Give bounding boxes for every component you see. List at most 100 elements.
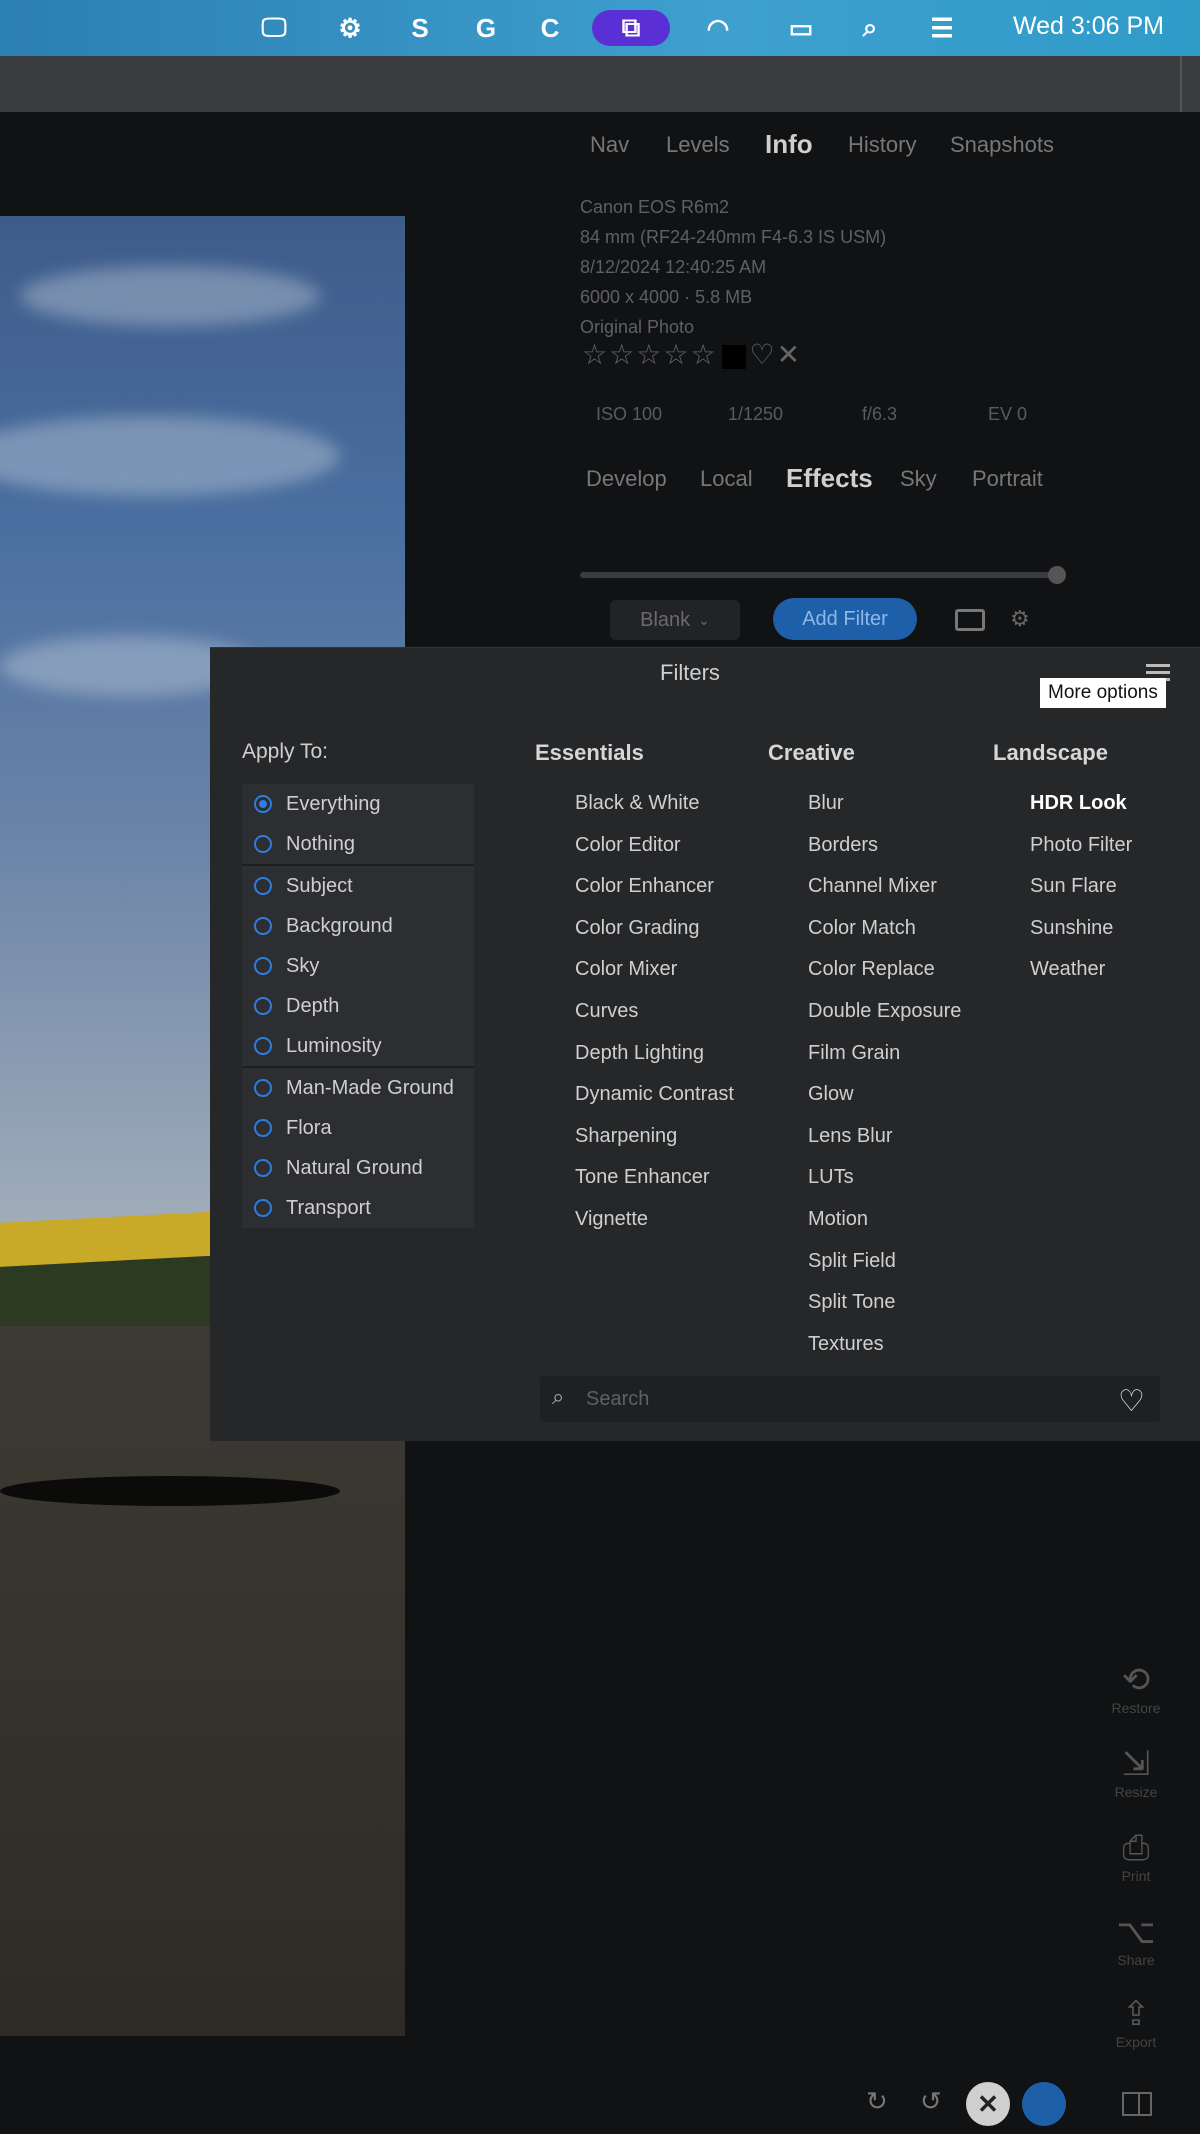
filter-glow[interactable]: Glow	[808, 1083, 961, 1125]
resize-tool[interactable]: ⇲ Resize	[1100, 1744, 1172, 1800]
undo-icon[interactable]: ↺	[920, 2086, 942, 2117]
cloud-agent-icon[interactable]: ⚙	[332, 10, 368, 46]
blank-dropdown[interactable]: Blank ⌄	[610, 600, 740, 640]
filter-depth-lighting[interactable]: Depth Lighting	[575, 1042, 734, 1084]
grammarly-icon[interactable]: G	[468, 10, 504, 46]
star-icon[interactable]: ☆	[609, 339, 636, 370]
star-icon[interactable]: ☆	[582, 339, 609, 370]
filter-double-exposure[interactable]: Double Exposure	[808, 1000, 961, 1042]
mask-icon[interactable]	[955, 609, 985, 631]
monitor-icon[interactable]: 🖵	[256, 10, 292, 46]
print-tool[interactable]: ⎙ Print	[1100, 1828, 1172, 1884]
tab-sky[interactable]: Sky	[900, 466, 937, 492]
filter-sunshine[interactable]: Sunshine	[1030, 917, 1132, 959]
tab-levels[interactable]: Levels	[666, 132, 730, 158]
filter-search-input[interactable]	[584, 1382, 1088, 1416]
tab-nav[interactable]: Nav	[590, 132, 629, 158]
apply-option-background[interactable]: Background	[242, 906, 474, 946]
tab-portrait[interactable]: Portrait	[972, 466, 1043, 492]
filter-black-white[interactable]: Black & White	[575, 792, 734, 834]
apply-option-sky[interactable]: Sky	[242, 946, 474, 986]
radio-button[interactable]	[254, 1037, 272, 1055]
radio-button[interactable]	[254, 1119, 272, 1137]
star-icon[interactable]: ☆	[690, 339, 717, 370]
wifi-icon[interactable]: ◠	[700, 10, 736, 46]
apply-option-man-made-ground[interactable]: Man-Made Ground	[242, 1068, 474, 1108]
filter-borders[interactable]: Borders	[808, 834, 961, 876]
filter-tone-enhancer[interactable]: Tone Enhancer	[575, 1166, 734, 1208]
star-icon[interactable]: ☆	[636, 339, 663, 370]
tab-snapshots[interactable]: Snapshots	[950, 132, 1054, 158]
filter-blur[interactable]: Blur	[808, 792, 961, 834]
favorites-heart-icon[interactable]: ♡	[1118, 1384, 1145, 1419]
apply-option-natural-ground[interactable]: Natural Ground	[242, 1148, 474, 1188]
filter-curves[interactable]: Curves	[575, 1000, 734, 1042]
screen-share-icon[interactable]: ⧉	[592, 10, 670, 46]
apply-button[interactable]	[1022, 2082, 1066, 2126]
filter-hdr-look[interactable]: HDR Look	[1030, 792, 1132, 834]
cancel-button[interactable]: ✕	[966, 2082, 1010, 2126]
filter-photo-filter[interactable]: Photo Filter	[1030, 834, 1132, 876]
apply-option-nothing[interactable]: Nothing	[242, 824, 474, 864]
filter-split-tone[interactable]: Split Tone	[808, 1291, 961, 1333]
redo-icon[interactable]: ↻	[866, 2086, 888, 2117]
filter-color-mixer[interactable]: Color Mixer	[575, 958, 734, 1000]
star-icon[interactable]: ☆	[663, 339, 690, 370]
apply-option-transport[interactable]: Transport	[242, 1188, 474, 1228]
filter-sharpening[interactable]: Sharpening	[575, 1125, 734, 1167]
search-icon[interactable]: ⌕	[852, 10, 888, 46]
share-tool[interactable]: ⌥ Share	[1100, 1912, 1172, 1968]
filter-color-editor[interactable]: Color Editor	[575, 834, 734, 876]
restore-tool[interactable]: ⟲ Restore	[1100, 1660, 1172, 1716]
menubar-clock[interactable]: Wed 3:06 PM	[1013, 12, 1164, 41]
slider-knob[interactable]	[1048, 566, 1066, 584]
tab-info[interactable]: Info	[765, 129, 813, 160]
filter-film-grain[interactable]: Film Grain	[808, 1042, 961, 1084]
control-center-icon[interactable]: ☰	[924, 10, 960, 46]
filter-weather[interactable]: Weather	[1030, 958, 1132, 1000]
battery-icon[interactable]: ▭	[774, 10, 828, 46]
filter-luts[interactable]: LUTs	[808, 1166, 961, 1208]
radio-button[interactable]	[254, 997, 272, 1015]
s-app-icon[interactable]: S	[402, 10, 438, 46]
filter-color-enhancer[interactable]: Color Enhancer	[575, 875, 734, 917]
tab-develop[interactable]: Develop	[586, 466, 667, 492]
tab-local[interactable]: Local	[700, 466, 753, 492]
c-app-icon[interactable]: C	[532, 10, 568, 46]
filter-color-match[interactable]: Color Match	[808, 917, 961, 959]
filter-lens-blur[interactable]: Lens Blur	[808, 1125, 961, 1167]
filter-channel-mixer[interactable]: Channel Mixer	[808, 875, 961, 917]
tab-history[interactable]: History	[848, 132, 916, 158]
filter-sun-flare[interactable]: Sun Flare	[1030, 875, 1132, 917]
filter-vignette[interactable]: Vignette	[575, 1208, 734, 1250]
filter-color-grading[interactable]: Color Grading	[575, 917, 734, 959]
apply-option-everything[interactable]: Everything	[242, 784, 474, 824]
apply-option-luminosity[interactable]: Luminosity	[242, 1026, 474, 1066]
filter-dynamic-contrast[interactable]: Dynamic Contrast	[575, 1083, 734, 1125]
filter-textures[interactable]: Textures	[808, 1333, 961, 1375]
panel-toggle-icon[interactable]	[1122, 2092, 1152, 2116]
apply-option-depth[interactable]: Depth	[242, 986, 474, 1026]
add-filter-button[interactable]: Add Filter	[773, 598, 917, 640]
radio-button[interactable]	[254, 835, 272, 853]
apply-option-flora[interactable]: Flora	[242, 1108, 474, 1148]
gear-icon[interactable]: ⚙	[1010, 606, 1030, 632]
apply-option-subject[interactable]: Subject	[242, 866, 474, 906]
radio-button[interactable]	[254, 1199, 272, 1217]
radio-button[interactable]	[254, 1159, 272, 1177]
filter-motion[interactable]: Motion	[808, 1208, 961, 1250]
radio-button[interactable]	[254, 795, 272, 813]
filter-split-field[interactable]: Split Field	[808, 1250, 961, 1292]
opacity-slider[interactable]	[580, 566, 1066, 584]
heart-icon[interactable]: ♡	[750, 339, 777, 370]
export-tool[interactable]: ⇪ Export	[1100, 1994, 1172, 2050]
radio-button[interactable]	[254, 877, 272, 895]
radio-button[interactable]	[254, 1079, 272, 1097]
rating-stars[interactable]: ☆☆☆☆☆ ♡✕	[582, 338, 802, 371]
reject-icon[interactable]: ✕	[777, 339, 802, 370]
filter-color-replace[interactable]: Color Replace	[808, 958, 961, 1000]
radio-button[interactable]	[254, 917, 272, 935]
radio-button[interactable]	[254, 957, 272, 975]
tab-effects[interactable]: Effects	[786, 463, 873, 494]
color-label-icon[interactable]	[721, 344, 746, 369]
